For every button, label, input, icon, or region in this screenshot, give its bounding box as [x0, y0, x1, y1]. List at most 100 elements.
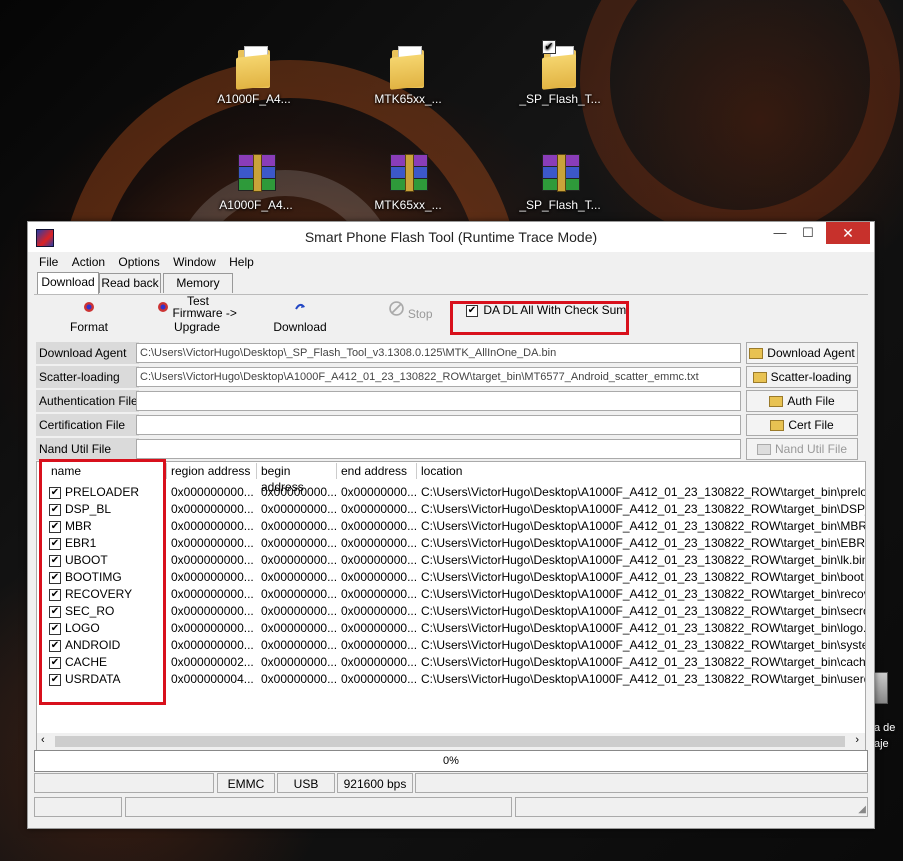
partition-end-cell: 0x00000000... — [341, 519, 417, 533]
partition-region-cell: 0x000000000... — [171, 536, 254, 550]
partition-location-cell: C:\Users\VictorHugo\Desktop\A1000F_A412_… — [421, 672, 865, 686]
close-button[interactable]: ✕ — [826, 222, 870, 244]
rar-archive-icon — [236, 154, 276, 192]
tab-read-back[interactable]: Read back — [99, 273, 161, 293]
status-cell-blank — [34, 773, 214, 793]
desktop-archive-icon[interactable]: A1000F_A4... — [206, 154, 306, 212]
partition-location-cell: C:\Users\VictorHugo\Desktop\A1000F_A412_… — [421, 570, 865, 584]
status-baud: 921600 bps — [337, 773, 413, 793]
partition-end-cell: 0x00000000... — [341, 570, 417, 584]
certification-input[interactable] — [136, 415, 741, 435]
minimize-button[interactable]: — — [766, 222, 794, 244]
folder-open-icon — [769, 396, 784, 408]
desktop-icon-label: _SP_Flash_T... — [519, 92, 601, 106]
folder-icon: ✔ — [542, 40, 578, 90]
download-agent-button[interactable]: Download Agent — [746, 342, 858, 364]
column-header-end-address[interactable]: end address — [337, 463, 417, 479]
partition-begin-cell: 0x00000000... — [261, 519, 337, 533]
partition-location-cell: C:\Users\VictorHugo\Desktop\A1000F_A412_… — [421, 655, 865, 669]
partition-begin-cell: 0x00000000... — [261, 672, 337, 686]
menu-options[interactable]: Options — [113, 253, 164, 271]
format-button[interactable]: Format — [64, 301, 114, 334]
tab-download[interactable]: Download — [37, 272, 99, 294]
download-agent-label: Download Agent — [36, 342, 139, 364]
download-button[interactable]: Download — [270, 301, 330, 334]
window-title: Smart Phone Flash Tool (Runtime Trace Mo… — [304, 229, 598, 245]
nand-util-button[interactable]: Nand Util File — [746, 438, 858, 460]
auth-file-button[interactable]: Auth File — [746, 390, 858, 412]
column-header-begin-address[interactable]: begin address — [257, 463, 337, 494]
menu-help[interactable]: Help — [224, 253, 259, 271]
format-label: Format — [69, 320, 108, 334]
download-agent-input[interactable]: C:\Users\VictorHugo\Desktop\_SP_Flash_To… — [136, 343, 741, 363]
partition-region-cell: 0x000000000... — [171, 570, 254, 584]
partition-region-cell: 0x000000000... — [171, 519, 254, 533]
desktop-archive-icon[interactable]: MTK65xx_... — [358, 154, 458, 212]
partition-begin-cell: 0x00000000... — [261, 502, 337, 516]
partition-begin-cell: 0x00000000... — [261, 536, 337, 550]
maximize-button[interactable]: ☐ — [794, 222, 822, 244]
partition-location-cell: C:\Users\VictorHugo\Desktop\A1000F_A412_… — [421, 621, 865, 635]
status-storage: EMMC — [217, 773, 275, 793]
stop-button[interactable]: Stop — [386, 301, 436, 321]
nand-util-input[interactable] — [136, 439, 741, 459]
progress-text: 0% — [443, 755, 459, 767]
partition-location-cell: C:\Users\VictorHugo\Desktop\A1000F_A412_… — [421, 553, 865, 567]
partition-end-cell: 0x00000000... — [341, 672, 417, 686]
partition-location-cell: C:\Users\VictorHugo\Desktop\A1000F_A412_… — [421, 519, 865, 533]
title-bar[interactable]: Smart Phone Flash Tool (Runtime Trace Mo… — [28, 222, 874, 252]
status-bar: EMMC USB 921600 bps — [34, 773, 868, 795]
download-label: Download — [273, 320, 327, 334]
scatter-loading-button[interactable]: Scatter-loading — [746, 366, 858, 388]
partition-location-cell: C:\Users\VictorHugo\Desktop\A1000F_A412_… — [421, 536, 865, 550]
partition-location-cell: C:\Users\VictorHugo\Desktop\A1000F_A412_… — [421, 502, 865, 516]
partition-location-cell: C:\Users\VictorHugo\Desktop\A1000F_A412_… — [421, 604, 865, 618]
partition-region-cell: 0x000000000... — [171, 553, 254, 567]
status-cell-blank — [34, 797, 122, 817]
horizontal-scrollbar[interactable]: ‹ › — [37, 733, 865, 750]
column-header-location[interactable]: location — [417, 463, 863, 479]
folder-icon — [390, 44, 426, 90]
scrollbar-thumb[interactable] — [55, 736, 845, 747]
check-icon: ✔ — [542, 40, 556, 54]
tab-memory-test[interactable]: Memory Test — [163, 273, 233, 308]
firmware-upgrade-button[interactable]: Firmware -> Upgrade — [142, 301, 252, 334]
partition-end-cell: 0x00000000... — [341, 638, 417, 652]
desktop-side-label: aje — [874, 738, 889, 750]
cert-file-button-label: Cert File — [788, 418, 834, 432]
resize-grip-icon[interactable]: ◢ — [858, 804, 866, 815]
menu-action[interactable]: Action — [67, 253, 110, 271]
nand-util-label: Nand Util File — [36, 438, 139, 460]
partition-end-cell: 0x00000000... — [341, 604, 417, 618]
desktop-folder-icon[interactable]: A1000F_A4... — [204, 44, 304, 106]
desktop-icon-label: _SP_Flash_T... — [519, 198, 601, 212]
scatter-loading-button-label: Scatter-loading — [770, 370, 852, 384]
partition-begin-cell: 0x00000000... — [261, 587, 337, 601]
recycle-bin-icon[interactable] — [874, 672, 888, 704]
status-bar-secondary: ◢ — [34, 797, 868, 819]
partition-location-cell: C:\Users\VictorHugo\Desktop\A1000F_A412_… — [421, 485, 865, 499]
scatter-loading-input[interactable]: C:\Users\VictorHugo\Desktop\A1000F_A412_… — [136, 367, 741, 387]
folder-open-icon — [749, 348, 764, 360]
desktop-folder-icon[interactable]: MTK65xx_... — [358, 44, 458, 106]
desktop-folder-icon[interactable]: ✔ _SP_Flash_T... — [510, 40, 610, 106]
menu-file[interactable]: File — [34, 253, 63, 271]
menu-window[interactable]: Window — [168, 253, 221, 271]
desktop-side-label: a de — [874, 722, 896, 734]
partition-end-cell: 0x00000000... — [341, 485, 417, 499]
column-header-region-address[interactable]: region address — [167, 463, 257, 479]
partition-begin-cell: 0x00000000... — [261, 553, 337, 567]
firmware-upgrade-icon — [158, 302, 169, 312]
download-arrow-icon — [295, 303, 305, 310]
stop-icon — [389, 301, 405, 316]
partition-region-cell: 0x000000000... — [171, 621, 254, 635]
scroll-left-icon[interactable]: ‹ — [41, 734, 45, 746]
rar-archive-icon — [540, 154, 580, 192]
auth-file-button-label: Auth File — [787, 394, 835, 408]
desktop-archive-icon[interactable]: _SP_Flash_T... — [510, 154, 610, 212]
format-icon — [84, 302, 94, 312]
cert-file-button[interactable]: Cert File — [746, 414, 858, 436]
scroll-right-icon[interactable]: › — [855, 734, 859, 746]
scatter-loading-label: Scatter-loading File — [36, 366, 139, 406]
authentication-input[interactable] — [136, 391, 741, 411]
